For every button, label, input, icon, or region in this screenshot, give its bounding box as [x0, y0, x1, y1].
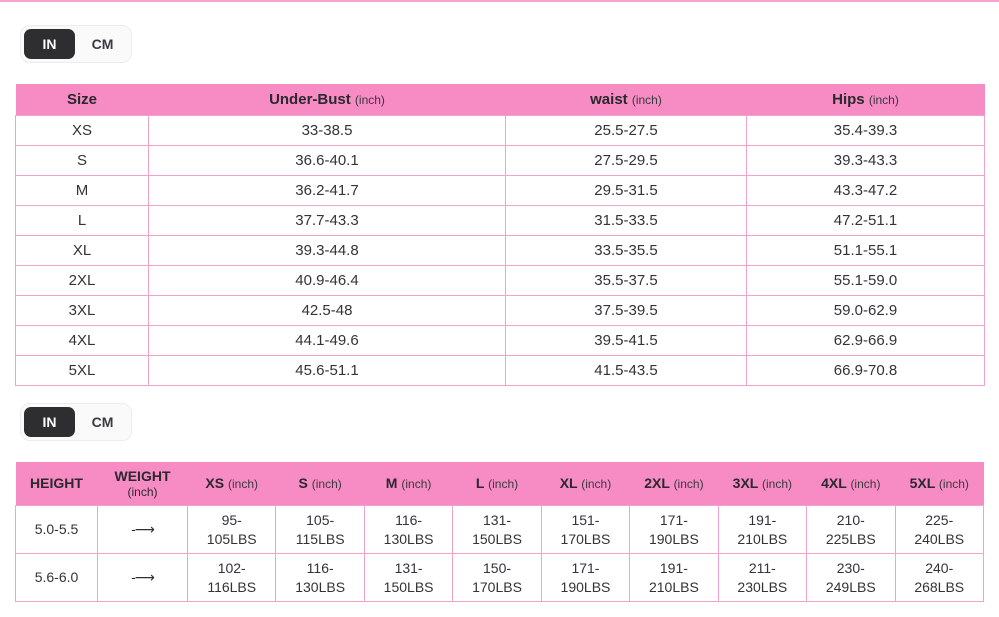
size-column-header: Size — [16, 84, 149, 115]
weight-arrow-cell: -⟶ — [98, 506, 188, 554]
weight-column-header: WEIGHT(inch) — [98, 462, 188, 506]
size-cell: L — [16, 205, 149, 235]
weight-arrow-cell: -⟶ — [98, 554, 188, 602]
unit-toggle-bottom: IN CM — [20, 403, 132, 441]
under-bust-cell: 42.5-48 — [149, 295, 506, 325]
hips-cell: 66.9-70.8 — [747, 355, 985, 385]
weight-cell: 150- 170LBS — [453, 554, 541, 602]
weight-cell: 171- 190LBS — [630, 506, 718, 554]
size-cell: 4XL — [16, 325, 149, 355]
waist-cell: 39.5-41.5 — [506, 325, 747, 355]
weight-cell: 191- 210LBS — [630, 554, 718, 602]
s-column-header: S (inch) — [276, 462, 364, 506]
table-row: S 36.6-40.1 27.5-29.5 39.3-43.3 — [16, 145, 985, 175]
size-cell: M — [16, 175, 149, 205]
size-chart-table: Size Under-Bust (inch) waist (inch) Hips… — [15, 84, 985, 386]
hips-column-header: Hips (inch) — [747, 84, 985, 115]
table-row: 2XL 40.9-46.4 35.5-37.5 55.1-59.0 — [16, 265, 985, 295]
unit-toggle-bottom-in-button[interactable]: IN — [24, 407, 75, 437]
waist-cell: 37.5-39.5 — [506, 295, 747, 325]
size-cell: 5XL — [16, 355, 149, 385]
size-cell: XS — [16, 115, 149, 145]
waist-cell: 25.5-27.5 — [506, 115, 747, 145]
waist-column-header: waist (inch) — [506, 84, 747, 115]
weight-cell: 171- 190LBS — [541, 554, 629, 602]
weight-cell: 211- 230LBS — [718, 554, 806, 602]
under-bust-cell: 37.7-43.3 — [149, 205, 506, 235]
2xl-column-header: 2XL (inch) — [630, 462, 718, 506]
hips-cell: 39.3-43.3 — [747, 145, 985, 175]
height-cell: 5.6-6.0 — [16, 554, 98, 602]
under-bust-cell: 36.6-40.1 — [149, 145, 506, 175]
unit-toggle-top: IN CM — [20, 25, 132, 63]
table-row: 3XL 42.5-48 37.5-39.5 59.0-62.9 — [16, 295, 985, 325]
under-bust-cell: 36.2-41.7 — [149, 175, 506, 205]
m-column-header: M (inch) — [364, 462, 452, 506]
table-row: XS 33-38.5 25.5-27.5 35.4-39.3 — [16, 115, 985, 145]
weight-cell: 131- 150LBS — [453, 506, 541, 554]
table-row: 5XL 45.6-51.1 41.5-43.5 66.9-70.8 — [16, 355, 985, 385]
top-accent-line — [0, 0, 999, 2]
weight-table-header-row: HEIGHT WEIGHT(inch) XS (inch) S (inch) M… — [16, 462, 984, 506]
size-cell: XL — [16, 235, 149, 265]
weight-cell: 191- 210LBS — [718, 506, 806, 554]
under-bust-column-header: Under-Bust (inch) — [149, 84, 506, 115]
hips-cell: 59.0-62.9 — [747, 295, 985, 325]
hips-cell: 35.4-39.3 — [747, 115, 985, 145]
under-bust-cell: 40.9-46.4 — [149, 265, 506, 295]
size-cell: 2XL — [16, 265, 149, 295]
l-column-header: L (inch) — [453, 462, 541, 506]
weight-cell: 151- 170LBS — [541, 506, 629, 554]
xs-column-header: XS (inch) — [188, 462, 276, 506]
table-row: 5.6-6.0 -⟶ 102- 116LBS 116- 130LBS 131- … — [16, 554, 984, 602]
waist-cell: 35.5-37.5 — [506, 265, 747, 295]
height-cell: 5.0-5.5 — [16, 506, 98, 554]
waist-cell: 31.5-33.5 — [506, 205, 747, 235]
hips-cell: 47.2-51.1 — [747, 205, 985, 235]
table-row: XL 39.3-44.8 33.5-35.5 51.1-55.1 — [16, 235, 985, 265]
hips-cell: 62.9-66.9 — [747, 325, 985, 355]
table-row: 4XL 44.1-49.6 39.5-41.5 62.9-66.9 — [16, 325, 985, 355]
weight-cell: 240- 268LBS — [895, 554, 984, 602]
waist-cell: 41.5-43.5 — [506, 355, 747, 385]
waist-cell: 33.5-35.5 — [506, 235, 747, 265]
5xl-column-header: 5XL (inch) — [895, 462, 984, 506]
unit-toggle-bottom-cm-button[interactable]: CM — [77, 407, 128, 437]
unit-toggle-top-in-button[interactable]: IN — [24, 29, 75, 59]
hips-cell: 43.3-47.2 — [747, 175, 985, 205]
under-bust-cell: 44.1-49.6 — [149, 325, 506, 355]
hips-cell: 51.1-55.1 — [747, 235, 985, 265]
under-bust-cell: 33-38.5 — [149, 115, 506, 145]
weight-chart-table: HEIGHT WEIGHT(inch) XS (inch) S (inch) M… — [15, 462, 984, 603]
xl-column-header: XL (inch) — [541, 462, 629, 506]
table-row: L 37.7-43.3 31.5-33.5 47.2-51.1 — [16, 205, 985, 235]
weight-cell: 105- 115LBS — [276, 506, 364, 554]
weight-cell: 131- 150LBS — [364, 554, 452, 602]
size-table-header-row: Size Under-Bust (inch) waist (inch) Hips… — [16, 84, 985, 115]
table-row: M 36.2-41.7 29.5-31.5 43.3-47.2 — [16, 175, 985, 205]
height-column-header: HEIGHT — [16, 462, 98, 506]
weight-cell: 116- 130LBS — [364, 506, 452, 554]
unit-toggle-top-cm-button[interactable]: CM — [77, 29, 128, 59]
3xl-column-header: 3XL (inch) — [718, 462, 806, 506]
size-cell: 3XL — [16, 295, 149, 325]
4xl-column-header: 4XL (inch) — [807, 462, 895, 506]
weight-cell: 102- 116LBS — [188, 554, 276, 602]
weight-cell: 210- 225LBS — [807, 506, 895, 554]
weight-cell: 95- 105LBS — [188, 506, 276, 554]
under-bust-cell: 45.6-51.1 — [149, 355, 506, 385]
weight-cell: 230- 249LBS — [807, 554, 895, 602]
size-cell: S — [16, 145, 149, 175]
weight-cell: 116- 130LBS — [276, 554, 364, 602]
hips-cell: 55.1-59.0 — [747, 265, 985, 295]
under-bust-cell: 39.3-44.8 — [149, 235, 506, 265]
waist-cell: 29.5-31.5 — [506, 175, 747, 205]
table-row: 5.0-5.5 -⟶ 95- 105LBS 105- 115LBS 116- 1… — [16, 506, 984, 554]
waist-cell: 27.5-29.5 — [506, 145, 747, 175]
weight-cell: 225- 240LBS — [895, 506, 984, 554]
